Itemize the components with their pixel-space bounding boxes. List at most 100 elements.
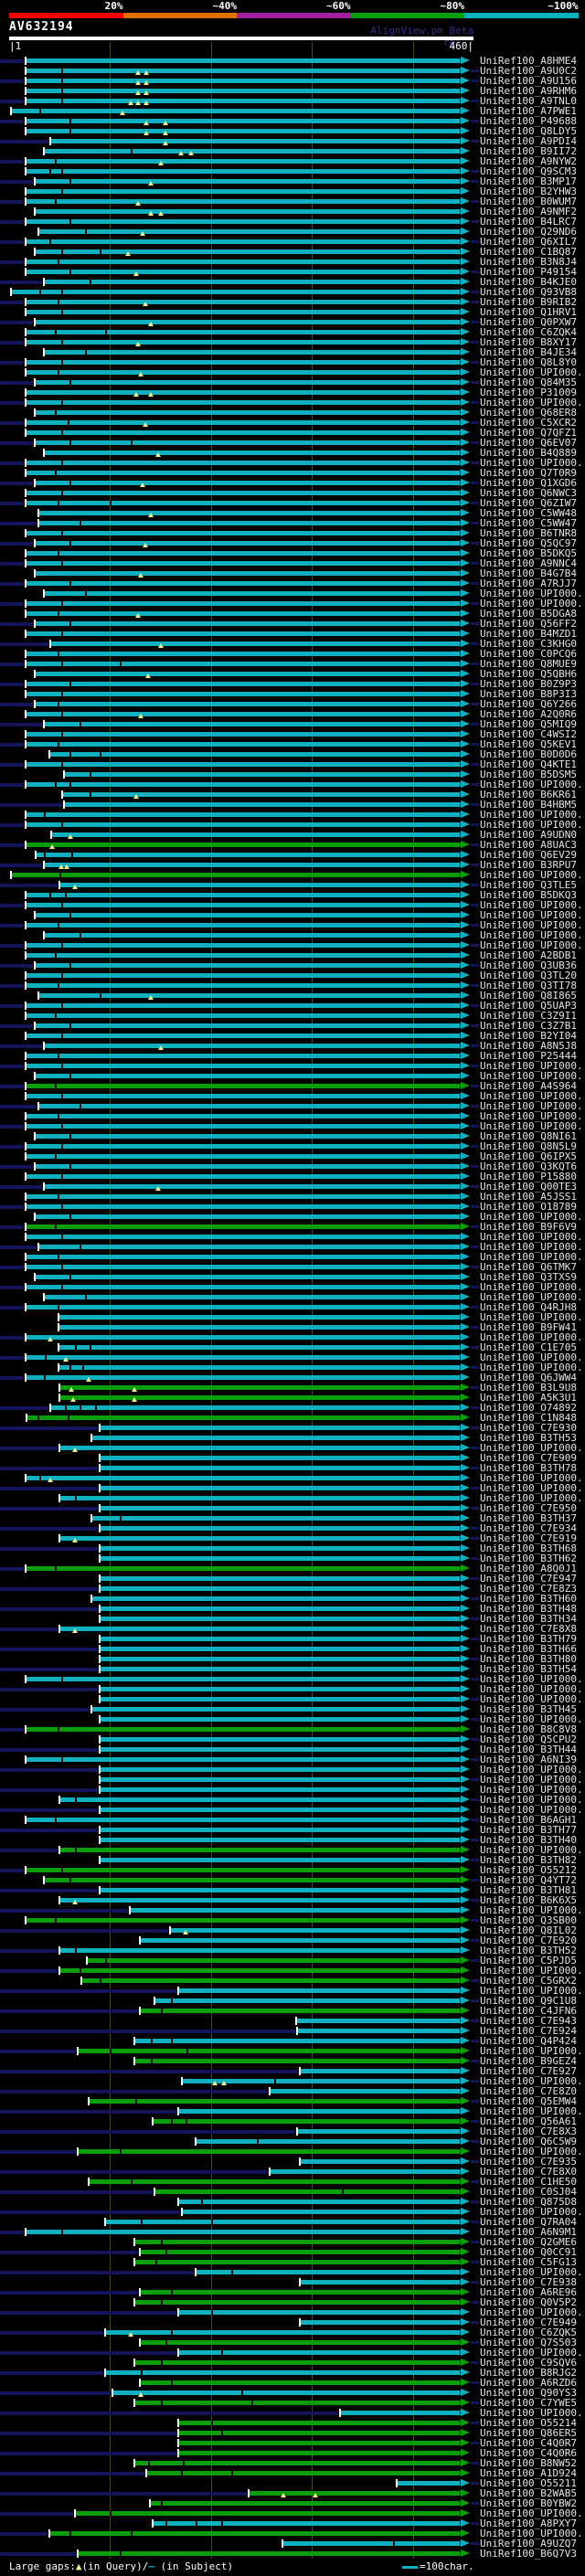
hit-arrow-icon	[461, 1333, 470, 1341]
subject-overhang-left	[0, 843, 24, 847]
hit-arrow-icon	[461, 1876, 470, 1883]
hit-arrow-icon	[461, 1625, 470, 1632]
hit-bar	[39, 521, 460, 525]
subject-gap-break	[155, 2260, 157, 2264]
subject-overhang-left	[0, 2412, 338, 2415]
subject-gap-break	[183, 2461, 185, 2465]
hit-arrow-icon	[461, 2338, 470, 2346]
hit-arrow-icon	[461, 921, 470, 928]
subject-gap-break	[131, 2179, 133, 2184]
hit-bar	[27, 199, 460, 204]
subject-gap-break	[55, 782, 57, 787]
subject-overhang-left	[0, 884, 58, 887]
subject-gap-break	[131, 149, 133, 154]
hit-bar	[27, 270, 460, 274]
hit-bar	[45, 280, 460, 284]
hit-bar	[27, 983, 460, 988]
hit-bar	[45, 350, 460, 355]
query-gap-marker-icon	[64, 864, 69, 869]
hit-arrow-icon	[461, 1615, 470, 1622]
query-gap-marker-icon	[135, 90, 141, 95]
hit-arrow-icon	[461, 147, 470, 154]
subject-gap-break	[69, 1074, 71, 1078]
subject-overhang-left	[0, 1004, 24, 1008]
hit-bar	[65, 802, 460, 807]
hit-bar	[101, 1506, 460, 1511]
hit-arrow-icon	[461, 2449, 470, 2456]
hit-bar	[27, 400, 460, 405]
subject-overhang-right	[471, 1718, 479, 1721]
hit-arrow-icon	[461, 1273, 470, 1280]
subject-overhang-left	[0, 2009, 138, 2013]
hit-arrow-icon	[461, 529, 470, 536]
subject-overhang-left	[0, 2291, 138, 2295]
hit-arrow-icon	[461, 1635, 470, 1642]
subject-gap-break	[58, 742, 59, 747]
hit-bar	[27, 1144, 460, 1149]
subject-gap-break	[131, 440, 133, 445]
hit-bar	[27, 1355, 460, 1360]
subject-overhang-left	[0, 220, 24, 224]
subject-overhang-right	[471, 522, 479, 525]
subject-gap-break	[85, 591, 87, 596]
hit-bar	[36, 1214, 460, 1219]
query-gap-marker-icon	[48, 1337, 53, 1341]
subject-overhang-right	[471, 441, 479, 444]
subject-overhang-left	[0, 1627, 58, 1631]
subject-gap-break	[100, 993, 101, 998]
subject-overhang-right	[471, 80, 479, 82]
subject-gap-break	[61, 290, 63, 294]
hit-bar	[298, 2029, 460, 2033]
hit-bar	[27, 99, 460, 103]
subject-gap-dash-icon: —	[148, 2560, 154, 2572]
hit-bar	[79, 2551, 460, 2556]
hit-arrow-icon	[461, 941, 470, 949]
subject-overhang-right	[471, 1738, 479, 1741]
hit-arrow-icon	[461, 2188, 470, 2195]
hit-arrow-icon	[461, 1786, 470, 1793]
hit-label[interactable]: UniRef100_B6Q7V3	[480, 2549, 577, 2559]
subject-overhang-right	[471, 884, 479, 886]
hit-arrow-icon	[461, 258, 470, 265]
hit-bar	[60, 1968, 460, 1973]
query-gap-marker-icon	[72, 1447, 78, 1452]
subject-overhang-right	[471, 2180, 479, 2183]
hit-bar	[301, 2320, 460, 2325]
subject-gap-break	[61, 1003, 63, 1008]
hit-bar	[101, 1838, 460, 1842]
hit-arrow-icon	[461, 1816, 470, 1823]
subject-overhang-left	[0, 522, 37, 525]
subject-gap-break	[148, 2461, 150, 2465]
query-gap-marker-icon	[128, 2332, 133, 2337]
subject-gap-break	[58, 1054, 59, 1058]
hit-arrow-icon	[461, 2178, 470, 2185]
subject-overhang-left	[0, 321, 33, 324]
hit-bar	[12, 109, 460, 113]
hit-bar	[27, 69, 460, 73]
hit-arrow-icon	[461, 1856, 470, 1863]
hit-bar	[113, 2390, 460, 2395]
subject-gap-break	[61, 712, 63, 716]
subject-overhang-left	[0, 1889, 98, 1892]
subject-gap-break	[65, 893, 67, 897]
subject-overhang-right	[471, 1225, 479, 1228]
hit-arrow-icon	[461, 318, 470, 325]
hit-bar	[45, 149, 460, 154]
hit-arrow-icon	[461, 2077, 470, 2084]
hit-arrow-icon	[461, 1916, 470, 1924]
subject-overhang-left	[0, 180, 33, 184]
subject-overhang-left	[0, 763, 24, 767]
hit-arrow-icon	[461, 549, 470, 557]
hit-bar	[101, 1426, 460, 1430]
hit-arrow-icon	[461, 77, 470, 84]
subject-gap-break	[90, 792, 91, 797]
subject-gap-break	[55, 410, 57, 415]
query-bar	[9, 37, 473, 40]
hit-bar	[27, 903, 460, 907]
hit-arrow-icon	[461, 740, 470, 747]
subject-gap-break	[100, 752, 101, 757]
hit-arrow-icon	[461, 2348, 470, 2356]
subject-gap-break	[58, 1194, 59, 1199]
hit-bar	[141, 2380, 460, 2385]
hit-bar	[27, 169, 460, 174]
